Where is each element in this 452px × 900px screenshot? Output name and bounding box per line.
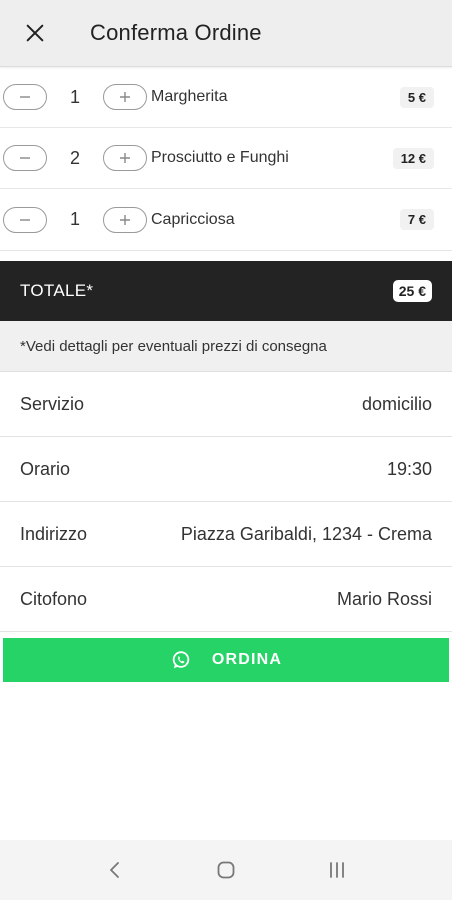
app-screen: Conferma Ordine 1 Margherita 5 € 2 Prosc…: [0, 0, 452, 900]
increase-button[interactable]: [103, 145, 147, 171]
item-price: 7 €: [399, 209, 434, 230]
decrease-button[interactable]: [3, 84, 47, 110]
detail-row-address: Indirizzo Piazza Garibaldi, 1234 - Crema: [0, 502, 452, 567]
order-item-row: 2 Prosciutto e Funghi 12 €: [0, 128, 452, 189]
order-item-row: 1 Margherita 5 €: [0, 67, 452, 128]
order-button[interactable]: ORDINA: [3, 638, 449, 682]
plus-icon: [120, 214, 130, 225]
system-nav-bar: [0, 840, 452, 900]
detail-row-service: Servizio domicilio: [0, 372, 452, 437]
close-button[interactable]: [0, 0, 70, 67]
page-title: Conferma Ordine: [90, 20, 262, 45]
detail-label: Orario: [20, 458, 71, 479]
item-price: 12 €: [392, 147, 434, 169]
detail-label: Servizio: [20, 393, 85, 414]
minus-icon: [20, 157, 30, 159]
detail-value: 19:30: [386, 458, 432, 479]
order-button-label: ORDINA: [211, 651, 283, 668]
plus-icon: [120, 92, 130, 102]
total-label: TOTALE*: [20, 281, 94, 300]
increase-button[interactable]: [103, 84, 147, 110]
item-quantity: 2: [69, 147, 80, 168]
total-value: 25 €: [392, 280, 432, 302]
detail-label: Citofono: [20, 588, 88, 609]
home-icon: [217, 861, 235, 879]
order-item-row: 1 Capricciosa 7 €: [0, 189, 452, 250]
detail-row-intercom: Citofono Mario Rossi: [0, 567, 452, 632]
detail-value: Piazza Garibaldi, 1234 - Crema: [180, 523, 432, 544]
increase-button[interactable]: [103, 206, 147, 233]
decrease-button[interactable]: [3, 206, 47, 233]
top-bar: Conferma Ordine: [0, 0, 452, 67]
back-chevron-icon: [110, 862, 120, 878]
close-icon: [26, 24, 44, 42]
minus-icon: [20, 96, 30, 98]
nav-back-button[interactable]: [85, 840, 145, 900]
total-bar: TOTALE* 25 €: [0, 261, 452, 321]
delivery-note: *Vedi dettagli per eventuali prezzi di c…: [0, 321, 452, 372]
decrease-button[interactable]: [3, 145, 47, 171]
whatsapp-icon: [172, 651, 190, 669]
detail-value: domicilio: [361, 393, 432, 414]
recents-icon: [329, 862, 344, 878]
minus-icon: [20, 218, 30, 221]
nav-recents-button[interactable]: [307, 840, 367, 900]
item-quantity: 1: [69, 209, 80, 229]
nav-home-button[interactable]: [196, 840, 256, 900]
order-items-list: 1 Margherita 5 € 2 Prosciutto e Funghi 1…: [0, 67, 452, 251]
item-quantity: 1: [69, 86, 80, 107]
detail-value: Mario Rossi: [336, 588, 432, 609]
detail-row-time: Orario 19:30: [0, 437, 452, 502]
detail-label: Indirizzo: [20, 523, 88, 544]
plus-icon: [120, 153, 130, 163]
item-price: 5 €: [399, 86, 434, 108]
